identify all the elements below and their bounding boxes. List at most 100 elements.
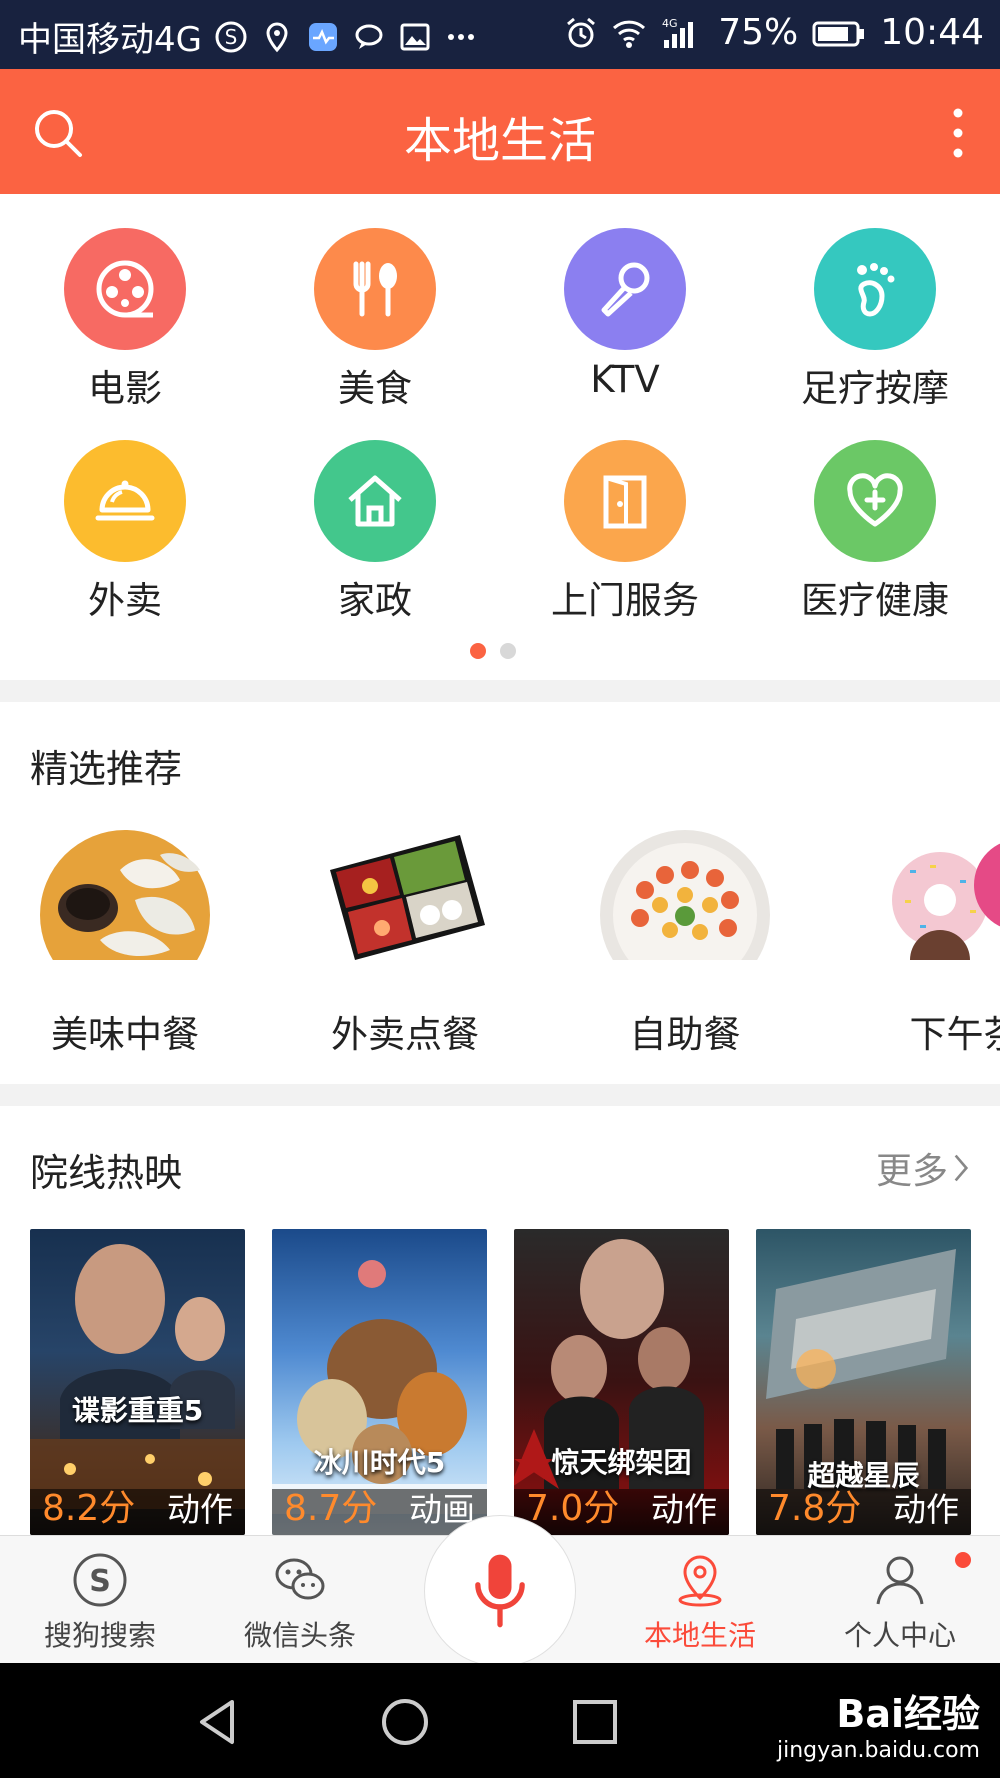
category-label: 美食: [338, 367, 412, 410]
category-icon-bg: [64, 228, 186, 350]
featured-section-title: 精选推荐: [30, 747, 183, 791]
movie-genre: 动作: [893, 1490, 959, 1529]
fork-spoon-icon: [353, 261, 397, 317]
section-divider: [0, 1084, 1000, 1106]
heart-plus-icon: [847, 473, 903, 527]
watermark-brand: Bai经验: [836, 1692, 980, 1736]
tab-label: 个人中心: [843, 1619, 956, 1652]
featured-item[interactable]: 外卖点餐: [285, 830, 525, 1058]
alarm-icon: [564, 16, 598, 50]
category-icon-bg: [314, 228, 436, 350]
pager-dot-active[interactable]: [470, 643, 486, 659]
category-medical[interactable]: 医疗健康: [775, 440, 975, 624]
featured-label: 外卖点餐: [331, 1013, 479, 1056]
signal-icon: 4G: [660, 16, 704, 50]
clock: 10:44: [880, 12, 984, 53]
movie-title: 谍影重重5: [71, 1394, 204, 1427]
category-home-service[interactable]: 上门服务: [525, 440, 725, 624]
watermark: Bai经验 jingyan.baidu.com: [777, 1683, 980, 1763]
category-label: 电影: [88, 367, 162, 410]
category-ktv[interactable]: KTV: [525, 228, 725, 401]
location-pin-icon: [678, 1555, 722, 1607]
home-icon[interactable]: [380, 1697, 430, 1747]
movie-card[interactable]: 超越星辰 7.8分 动作: [756, 1229, 971, 1535]
donuts-image: [892, 843, 1000, 990]
pager-dot[interactable]: [500, 643, 516, 659]
location-icon: [260, 20, 294, 54]
movie-score: 8.7分: [284, 1488, 378, 1529]
tab-label: 微信头条: [243, 1619, 356, 1652]
movie-score: 8.2分: [42, 1488, 136, 1529]
battery-percent: 75%: [718, 12, 799, 53]
svg-text:S: S: [89, 1564, 111, 1599]
movie-title: 冰川时代5: [313, 1446, 446, 1479]
category-movie[interactable]: 电影: [25, 228, 225, 412]
more-menu-icon[interactable]: [946, 105, 970, 161]
category-icon-bg: [814, 440, 936, 562]
tab-profile[interactable]: 个人中心: [820, 1552, 980, 1654]
movie-score: 7.8分: [768, 1488, 862, 1529]
tab-local-life[interactable]: 本地生活: [620, 1552, 780, 1654]
more-notifications-icon: [444, 20, 478, 54]
category-label: 家政: [338, 579, 412, 622]
category-icon-bg: [314, 440, 436, 562]
movie-genre: 动作: [651, 1490, 717, 1529]
category-housekeeping[interactable]: 家政: [275, 440, 475, 624]
category-label: 外卖: [88, 579, 162, 622]
house-icon: [348, 475, 402, 527]
chat-bubble-icon: [352, 20, 386, 54]
category-food[interactable]: 美食: [275, 228, 475, 412]
recent-apps-icon[interactable]: [570, 1697, 620, 1747]
category-icon-bg: [814, 228, 936, 350]
door-icon: [603, 475, 647, 529]
movie-title: 惊天绑架团: [551, 1446, 692, 1479]
battery-icon: [812, 16, 866, 50]
microphone-icon: [601, 262, 650, 317]
sogou-notification-icon: S: [214, 20, 248, 54]
film-reel-icon: [96, 260, 154, 318]
notification-dot: [955, 1552, 971, 1568]
voice-search-button[interactable]: [424, 1515, 576, 1667]
back-icon[interactable]: [192, 1697, 242, 1747]
more-link[interactable]: 更多: [876, 1142, 970, 1194]
category-label: 足疗按摩: [801, 367, 949, 410]
cloche-icon: [95, 480, 155, 521]
category-icon-bg: [564, 440, 686, 562]
cinema-section-title: 院线热映: [30, 1151, 183, 1195]
health-app-icon: [306, 20, 340, 54]
category-foot-massage[interactable]: 足疗按摩: [775, 228, 975, 412]
movie-genre: 动作: [167, 1490, 233, 1529]
tab-sogou-search[interactable]: S 搜狗搜索: [20, 1552, 180, 1654]
featured-label: 美味中餐: [51, 1013, 199, 1056]
carrier-label: 中国移动4G: [18, 20, 202, 60]
category-label: KTV: [590, 358, 660, 401]
featured-item[interactable]: 自助餐: [565, 830, 805, 1058]
tab-label: 本地生活: [643, 1619, 756, 1652]
movie-card[interactable]: 谍影重重5 8.2分 动作: [30, 1229, 245, 1535]
tab-wechat-headlines[interactable]: 微信头条: [220, 1552, 380, 1654]
wifi-icon: [612, 16, 646, 50]
wechat-icon: [275, 1558, 325, 1600]
more-label: 更多: [875, 1151, 948, 1192]
dumplings-image: [40, 830, 210, 1000]
status-bar: 中国移动4G S 4G 75% 10:44: [0, 0, 1000, 69]
page-title: 本地生活: [403, 113, 596, 169]
svg-text:S: S: [225, 25, 238, 49]
footprint-icon: [857, 263, 895, 317]
tab-label: 搜狗搜索: [43, 1619, 156, 1652]
watermark-url: jingyan.baidu.com: [776, 1738, 980, 1763]
person-icon: [876, 1556, 924, 1605]
movie-card[interactable]: 惊天绑架团 7.0分 动作: [514, 1229, 729, 1535]
gallery-icon: [398, 20, 432, 54]
movie-card[interactable]: 冰川时代5 8.7分 动画: [272, 1229, 487, 1535]
section-divider: [0, 680, 1000, 702]
sogou-icon: S: [73, 1553, 127, 1607]
network-type-label: 4G: [662, 17, 678, 30]
microphone-icon: [475, 1554, 525, 1628]
category-icon-bg: [564, 228, 686, 350]
category-takeout[interactable]: 外卖: [25, 440, 225, 624]
featured-item[interactable]: 下午茶: [845, 830, 1000, 1058]
featured-item[interactable]: 美味中餐: [5, 830, 245, 1058]
system-navigation-bar: Bai经验 jingyan.baidu.com: [0, 1663, 1000, 1778]
chevron-right-icon: [954, 1154, 969, 1182]
